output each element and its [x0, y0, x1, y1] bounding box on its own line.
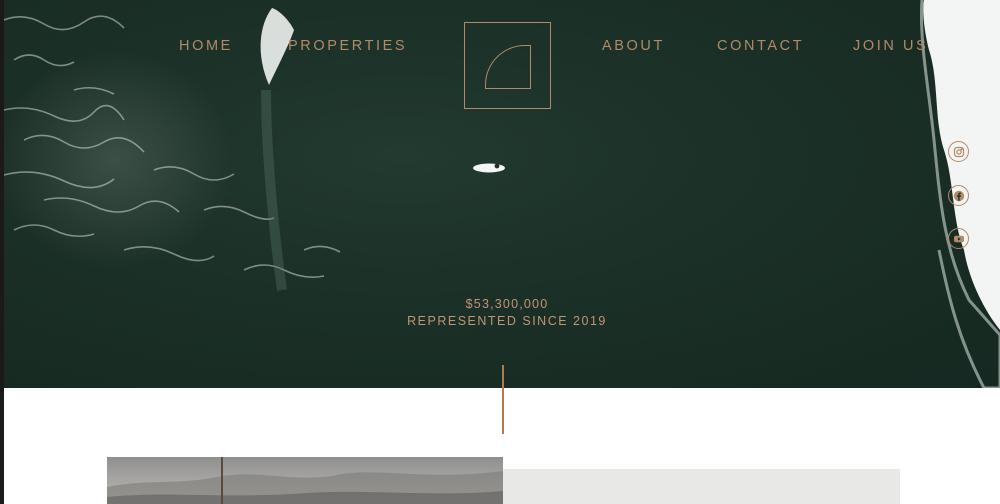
brand-logo[interactable]	[464, 22, 551, 109]
logo-mark	[485, 45, 531, 89]
nav-contact-link[interactable]: CONTACT	[717, 38, 804, 54]
property-photo[interactable]	[107, 457, 503, 504]
youtube-icon[interactable]	[948, 228, 969, 249]
nav-home-link[interactable]: HOME	[179, 38, 233, 54]
represented-caption: REPRESENTED SINCE 2019	[407, 314, 607, 328]
nav-about-link[interactable]: ABOUT	[602, 38, 665, 54]
facebook-icon[interactable]	[948, 185, 969, 206]
hero-banner: HOME PROPERTIES ABOUT CONTACT JOIN US $5…	[4, 0, 1000, 388]
nav-join-link[interactable]: JOIN US	[853, 38, 928, 54]
instagram-icon[interactable]	[948, 141, 969, 162]
property-photo-image	[107, 457, 503, 504]
vertical-divider	[502, 365, 504, 434]
nav-properties-link[interactable]: PROPERTIES	[288, 38, 407, 54]
represented-amount: $53,300,000	[465, 297, 549, 311]
property-details-panel	[503, 469, 900, 504]
